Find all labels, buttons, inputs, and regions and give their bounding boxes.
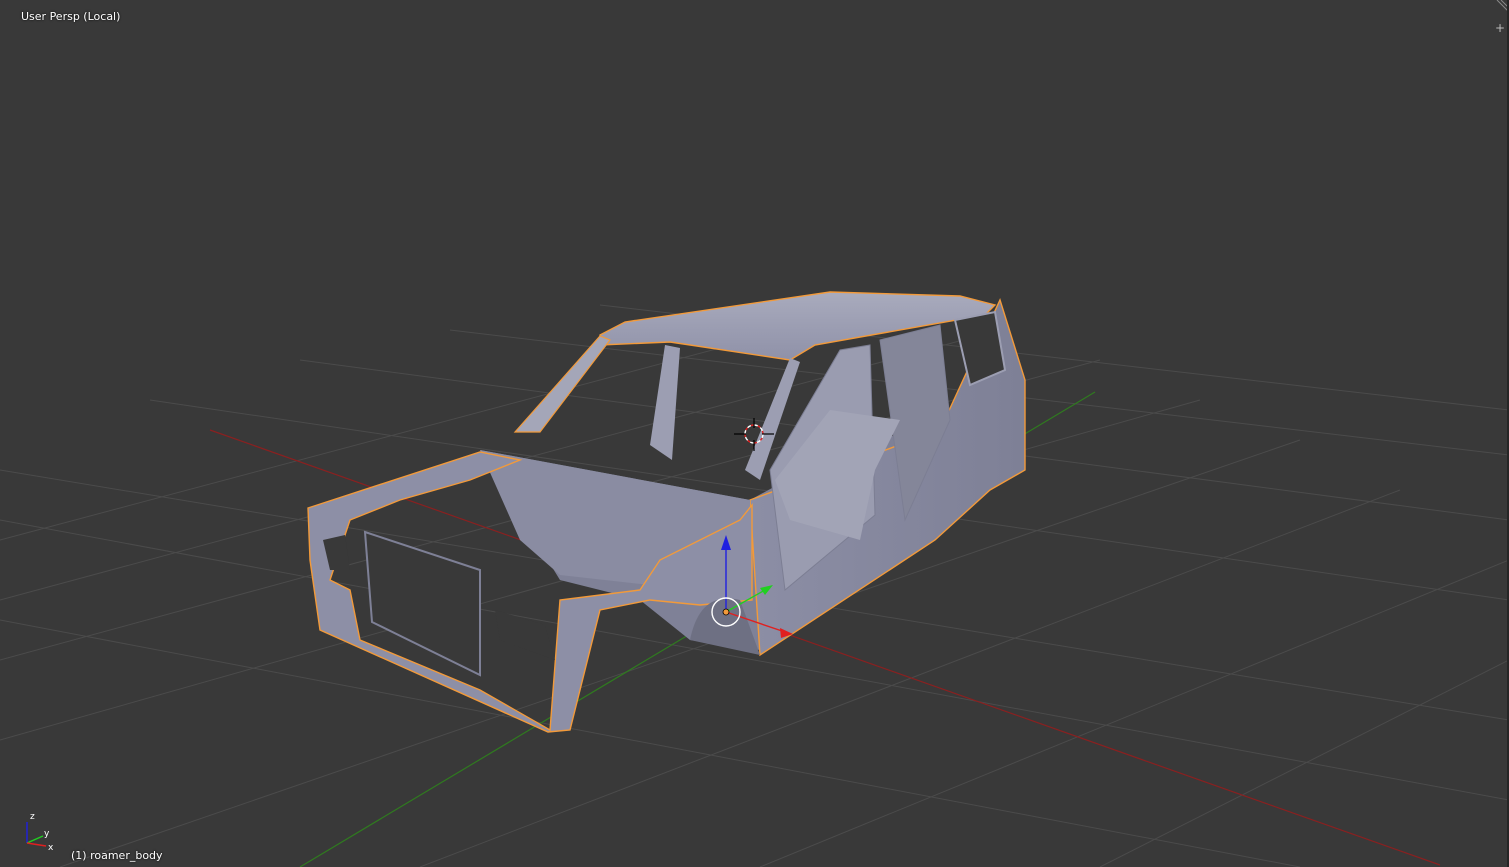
viewport-scene[interactable]: z y x xyxy=(0,0,1509,867)
mini-axis-y-label: y xyxy=(44,829,50,839)
view-label: User Persp (Local) xyxy=(21,10,121,23)
mesh-roamer-body[interactable] xyxy=(307,291,1026,733)
3d-viewport[interactable]: z y x User Persp (Local) (1) roamer_body… xyxy=(0,0,1509,867)
active-object-label: (1) roamer_body xyxy=(71,849,163,862)
mini-axis-z-label: z xyxy=(30,812,35,822)
add-region-icon[interactable]: + xyxy=(1494,22,1506,34)
origin-point-icon xyxy=(722,608,730,616)
mini-axis-x-label: x xyxy=(48,843,54,853)
axis-orientation-icon: z y x xyxy=(26,812,54,853)
